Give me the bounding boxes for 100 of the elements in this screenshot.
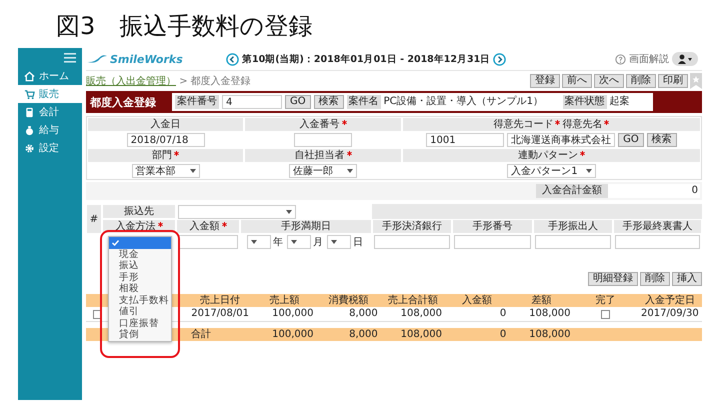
money-bag-icon bbox=[24, 124, 35, 136]
select-field[interactable] bbox=[327, 235, 351, 249]
field-label: 案件名 bbox=[346, 95, 381, 109]
table-cell: 100,000 bbox=[252, 328, 316, 341]
search-button[interactable]: 検索 bbox=[314, 95, 344, 109]
input-field[interactable]: 1001 bbox=[426, 133, 504, 147]
field-label: 案件番号 bbox=[175, 95, 219, 109]
input-field[interactable]: 2018/07/18 bbox=[126, 133, 205, 147]
dropdown-option[interactable]: 支払手数料 bbox=[109, 294, 171, 306]
slide-title: 図3 振込手数料の登録 bbox=[55, 11, 314, 42]
table-cell: 108,000 bbox=[509, 307, 574, 322]
sidebar-item[interactable]: 設定 bbox=[18, 139, 82, 157]
table-cell: 2017/08/01 bbox=[188, 307, 252, 322]
help-link[interactable]: 画面解説 bbox=[629, 52, 669, 66]
done-checkbox[interactable] bbox=[601, 310, 610, 318]
select-field[interactable]: 営業本部 bbox=[132, 164, 200, 178]
previous-icon[interactable] bbox=[226, 52, 239, 66]
date-unit: 月 bbox=[313, 236, 323, 249]
table-cell: 108,000 bbox=[509, 328, 574, 341]
column-header: 手形決済銀行 bbox=[382, 220, 442, 233]
logo-text: SmileWorks bbox=[110, 52, 183, 66]
breadcrumb-current: > 都度入金登録 bbox=[179, 76, 251, 87]
dropdown-option[interactable]: 振込 bbox=[109, 260, 171, 272]
column-header: 連動パターン bbox=[518, 149, 578, 162]
case-number-field[interactable]: 4 bbox=[222, 95, 282, 109]
go-button[interactable]: GO bbox=[285, 95, 311, 109]
dropdown-option[interactable]: 相殺 bbox=[109, 283, 171, 294]
column-header: 得意先コード bbox=[493, 118, 554, 131]
column-header: 入金番号 bbox=[300, 118, 340, 131]
total-label: 入金合計金額 bbox=[536, 184, 608, 198]
column-header: 売上日付 bbox=[188, 294, 252, 307]
check-icon bbox=[112, 240, 119, 246]
toolbar-button[interactable]: 次へ bbox=[594, 74, 624, 88]
caret-icon bbox=[190, 169, 196, 173]
form-button[interactable]: GO bbox=[618, 133, 644, 147]
sidebar-item[interactable]: ホーム bbox=[18, 67, 82, 85]
table-cell: 0 bbox=[445, 307, 510, 322]
column-header: 完了 bbox=[574, 294, 638, 307]
caret-icon bbox=[251, 240, 257, 244]
caret-icon bbox=[291, 240, 297, 244]
total-amount-field[interactable]: 0 bbox=[608, 184, 700, 198]
logo-icon bbox=[86, 54, 108, 64]
input-field[interactable] bbox=[294, 133, 352, 147]
column-header: 差額 bbox=[509, 294, 574, 307]
toolbar-button[interactable]: 削除 bbox=[626, 74, 656, 88]
sidebar-item[interactable]: 会計 bbox=[18, 103, 82, 121]
total-label: 合計 bbox=[188, 328, 252, 341]
dropdown-option[interactable]: 口座振替 bbox=[109, 318, 171, 329]
column-header: 入金額 bbox=[445, 294, 510, 307]
help-icon[interactable] bbox=[615, 54, 626, 64]
column-header: 売上額 bbox=[252, 294, 316, 307]
detail-button[interactable]: 明細登録 bbox=[588, 272, 638, 286]
case-status-value: 起案 bbox=[610, 95, 631, 109]
dropdown-option[interactable]: 手形 bbox=[109, 272, 171, 283]
detail-button[interactable]: 削除 bbox=[640, 272, 670, 286]
footer-cell bbox=[86, 328, 108, 341]
column-header: 入金方法 bbox=[116, 220, 156, 233]
toolbar-button[interactable]: 印刷 bbox=[658, 74, 688, 88]
caret-icon bbox=[331, 240, 337, 244]
home-icon bbox=[24, 70, 35, 82]
footer-cell bbox=[638, 328, 702, 341]
select-field[interactable] bbox=[247, 235, 271, 249]
column-header: 売上合計額 bbox=[380, 294, 445, 307]
date-unit: 年 bbox=[273, 236, 283, 249]
select-field[interactable]: 佐藤一郎 bbox=[289, 164, 358, 178]
input-field[interactable]: 北海運送商事株式会社 bbox=[507, 133, 616, 147]
case-name-value: PC設備・設置・導入（サンプル1） bbox=[384, 95, 544, 109]
user-menu-button[interactable] bbox=[672, 52, 698, 66]
toolbar-button[interactable]: 登録 bbox=[530, 74, 560, 88]
calculator-icon bbox=[24, 106, 35, 118]
column-header: 手形振出人 bbox=[548, 220, 598, 233]
table-cell: 108,000 bbox=[380, 307, 445, 322]
next-icon[interactable] bbox=[493, 52, 506, 66]
header-cell bbox=[86, 294, 108, 307]
table-cell: 2017/09/30 bbox=[638, 307, 702, 322]
column-header: 部門 bbox=[152, 149, 172, 162]
dropdown-option[interactable]: 値引 bbox=[109, 306, 171, 318]
caret-icon bbox=[586, 169, 592, 173]
column-header: 得意先名 bbox=[562, 118, 602, 131]
column-header: 振込先 bbox=[102, 204, 176, 219]
sidebar-item[interactable]: 販売 bbox=[18, 85, 82, 103]
menu-icon[interactable] bbox=[64, 53, 76, 63]
select-field[interactable] bbox=[178, 204, 296, 218]
detail-button[interactable]: 挿入 bbox=[672, 272, 702, 286]
column-header: 手形最終裏書人 bbox=[622, 220, 693, 233]
column-header: 消費税額 bbox=[316, 294, 381, 307]
form-button[interactable]: 検索 bbox=[646, 133, 677, 147]
table-cell: 8,000 bbox=[316, 307, 381, 322]
select-field[interactable]: 入金パターン1 bbox=[507, 164, 596, 178]
dropdown-option[interactable]: 現金 bbox=[109, 248, 171, 260]
period-text: 第10期(当期)：2018年01月01日 - 2018年12月31日 bbox=[242, 52, 490, 66]
breadcrumb-link[interactable]: 販売（入出金管理） bbox=[86, 76, 176, 87]
select-field[interactable] bbox=[287, 235, 311, 249]
table-cell: 8,000 bbox=[316, 328, 381, 341]
sidebar-item[interactable]: 給与 bbox=[18, 121, 82, 139]
dropdown-option[interactable]: 貸倒 bbox=[109, 329, 171, 340]
toolbar-button[interactable]: 前へ bbox=[562, 74, 592, 88]
column-header: 入金額 bbox=[190, 220, 220, 233]
column-header: 入金予定日 bbox=[638, 294, 702, 307]
field-label: 案件状態 bbox=[562, 95, 607, 109]
